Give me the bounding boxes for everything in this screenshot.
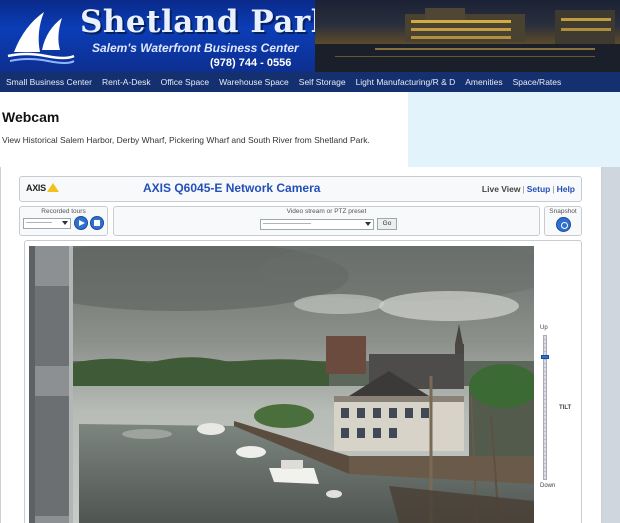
recorded-tours-box: Recorded tours -------------: [19, 206, 108, 236]
play-tour-button[interactable]: [74, 216, 88, 230]
live-view-link[interactable]: Live View: [482, 184, 521, 194]
recorded-tours-label: Recorded tours: [41, 208, 86, 215]
go-button[interactable]: Go: [377, 218, 397, 230]
setup-link[interactable]: Setup: [527, 184, 551, 194]
site-subtitle: Salem's Waterfront Business Center: [92, 41, 299, 55]
nav-item-office-space[interactable]: Office Space: [161, 77, 210, 87]
axis-logo: AXIS: [26, 183, 59, 193]
nav-item-rent-a-desk[interactable]: Rent-A-Desk: [102, 77, 151, 87]
axis-triangle-icon: [46, 183, 59, 192]
tilt-label: TILT: [559, 405, 572, 411]
chevron-down-icon: [62, 221, 68, 225]
nav-item-amenities[interactable]: Amenities: [465, 77, 502, 87]
video-stream-box: Video stream or PTZ preset -------------…: [113, 206, 540, 236]
snapshot-box: Snapshot: [544, 206, 582, 236]
nav-item-small-business-center[interactable]: Small Business Center: [6, 77, 92, 87]
tilt-down-label[interactable]: Down: [540, 483, 555, 489]
tilt-slider-handle[interactable]: [541, 354, 549, 359]
tilt-control: Up TILT Down: [537, 325, 571, 490]
snapshot-button[interactable]: [556, 217, 571, 232]
recorded-tours-select[interactable]: -------------: [23, 218, 71, 229]
stop-tour-button[interactable]: [90, 216, 104, 230]
main-nav: Small Business Center Rent-A-Desk Office…: [0, 72, 620, 92]
video-stream-value: ------------------------: [263, 221, 311, 227]
page-title: Webcam: [2, 109, 60, 125]
nav-item-light-manufacturing[interactable]: Light Manufacturing/R & D: [356, 77, 456, 87]
recorded-tours-value: -------------: [26, 220, 52, 226]
phone-number: (978) 744 - 0556: [210, 57, 292, 69]
chevron-down-icon: [365, 222, 371, 226]
help-link[interactable]: Help: [557, 184, 575, 194]
webcam-video-feed[interactable]: [29, 246, 534, 523]
sidebar-column: [408, 92, 620, 167]
camera-links: Live View | Setup | Help: [481, 184, 575, 194]
nav-item-space-rates[interactable]: Space/Rates: [513, 77, 562, 87]
camera-title: AXIS Q6045-E Network Camera: [143, 181, 321, 195]
sailboat-logo-icon: [7, 12, 75, 64]
snapshot-label: Snapshot: [549, 208, 577, 215]
video-stream-label: Video stream or PTZ preset: [286, 208, 367, 215]
video-stream-select[interactable]: ------------------------: [260, 219, 374, 230]
camera-header: AXIS AXIS Q6045-E Network Camera Live Vi…: [19, 176, 582, 202]
page-intro: Webcam View Historical Salem Harbor, Der…: [0, 92, 408, 167]
site-banner: Shetland Park Salem's Waterfront Busines…: [0, 0, 620, 72]
harbor-night-photo: [315, 0, 620, 72]
nav-item-warehouse-space[interactable]: Warehouse Space: [219, 77, 289, 87]
site-title[interactable]: Shetland Park: [80, 4, 333, 40]
page-description: View Historical Salem Harbor, Derby Whar…: [2, 135, 370, 145]
nav-item-self-storage[interactable]: Self Storage: [299, 77, 346, 87]
axis-brand-text: AXIS: [26, 183, 46, 193]
tilt-up-label[interactable]: Up: [540, 325, 548, 331]
